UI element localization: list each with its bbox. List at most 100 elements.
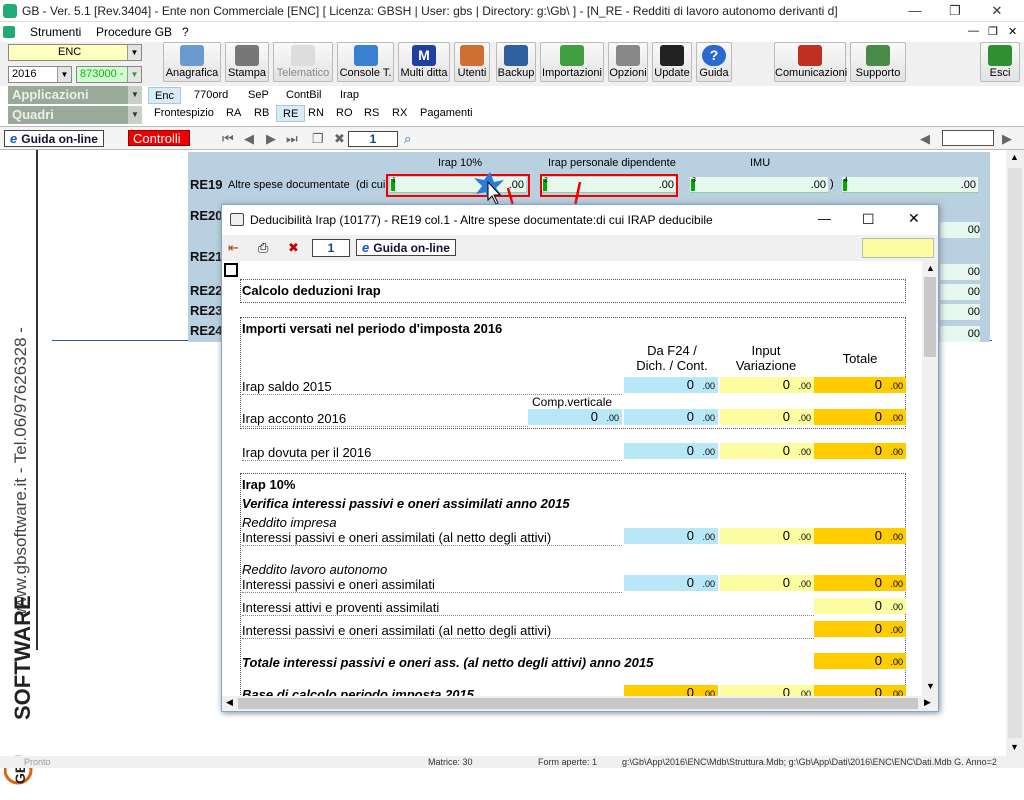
- delete-icon[interactable]: ✖: [288, 240, 299, 256]
- search-icon[interactable]: ⌕: [404, 131, 411, 147]
- scroll-left-icon[interactable]: ◀: [920, 131, 930, 147]
- anagrafica-button[interactable]: Anagrafica: [163, 42, 221, 82]
- int-passivi-input[interactable]: 0.00: [720, 575, 814, 591]
- dialog-horizontal-scrollbar[interactable]: ◀ ▶: [222, 696, 938, 711]
- mdi-restore-button[interactable]: ❐: [988, 25, 998, 38]
- minimize-button[interactable]: —: [900, 2, 930, 20]
- scroll-down-icon[interactable]: ▼: [1010, 742, 1019, 752]
- stampa-button[interactable]: Stampa: [225, 42, 269, 82]
- scroll-down-icon[interactable]: ▼: [926, 681, 935, 691]
- tab-pagamenti[interactable]: Pagamenti: [414, 105, 479, 122]
- opzioni-button[interactable]: Opzioni: [608, 42, 648, 82]
- irap-dovuta-f24[interactable]: 0.00: [624, 443, 718, 459]
- menu-help[interactable]: ?: [182, 25, 189, 39]
- irap-saldo-f24[interactable]: 0.00: [624, 377, 718, 393]
- dialog-vertical-scrollbar[interactable]: ▲ ▼: [922, 261, 938, 696]
- irap-dovuta-input[interactable]: 0.00: [720, 443, 814, 459]
- scroll-right-icon[interactable]: ▶: [924, 697, 931, 708]
- guida-online-button[interactable]: e Guida on-line: [4, 130, 104, 147]
- restore-button[interactable]: ❐: [940, 2, 970, 20]
- prev-page-icon[interactable]: ◀: [244, 131, 254, 147]
- first-page-icon[interactable]: ⏮: [222, 131, 234, 147]
- tab-sep[interactable]: SeP: [242, 87, 275, 104]
- re24-right-field[interactable]: 00: [940, 326, 980, 342]
- dialog-guida-online-button[interactable]: e Guida on-line: [356, 239, 456, 256]
- next-page-icon[interactable]: ▶: [266, 131, 276, 147]
- irap-acconto-comp[interactable]: 0.00: [528, 409, 622, 425]
- checkbox[interactable]: [224, 263, 238, 277]
- re20-right-field[interactable]: 00: [940, 222, 980, 238]
- goto-input[interactable]: [942, 130, 994, 146]
- re22-right-field[interactable]: 00: [940, 284, 980, 300]
- year-combo[interactable]: 2016 ▼: [8, 66, 72, 83]
- telematico-button[interactable]: Telematico: [273, 42, 333, 82]
- comunicazioni-button[interactable]: Comunicazioni: [774, 42, 847, 82]
- tab-frontespizio[interactable]: Frontespizio: [148, 105, 220, 122]
- dialog-yellow-field[interactable]: [862, 238, 934, 258]
- dialog-page-number[interactable]: 1: [312, 239, 350, 257]
- tab-rb[interactable]: RB: [248, 105, 275, 122]
- code-combo[interactable]: 873000 - ▼: [76, 66, 142, 83]
- main-vertical-scrollbar[interactable]: ▲ ▼: [1006, 150, 1024, 756]
- tab-rs[interactable]: RS: [358, 105, 385, 122]
- tab-enc[interactable]: Enc: [148, 87, 181, 104]
- update-button[interactable]: Update: [652, 42, 692, 82]
- int-netto-impresa-input[interactable]: 0.00: [720, 528, 814, 544]
- guida-button[interactable]: ? Guida: [696, 42, 732, 82]
- scroll-up-icon[interactable]: ▲: [1010, 152, 1019, 162]
- page-number[interactable]: 1: [348, 131, 398, 147]
- menu-procedure-gb[interactable]: Procedure GB: [96, 25, 172, 39]
- irap-saldo-input[interactable]: 0.00: [720, 377, 814, 393]
- row-label-re22: RE22: [190, 283, 223, 298]
- re21-right-field[interactable]: 00: [940, 264, 980, 280]
- tab-rn[interactable]: RN: [302, 105, 330, 122]
- re23-right-field[interactable]: 00: [940, 304, 980, 320]
- int-netto-impresa-totale: 0.00: [814, 528, 906, 544]
- scroll-track[interactable]: [1008, 168, 1022, 738]
- irap-acconto-input[interactable]: 0.00: [720, 409, 814, 425]
- tab-ro[interactable]: RO: [330, 105, 359, 122]
- re19-field-4[interactable]: .00 4: [842, 177, 978, 193]
- scroll-left-icon[interactable]: ◀: [226, 697, 233, 708]
- quadri-panel[interactable]: Quadri ▼: [8, 106, 142, 124]
- mdi-close-button[interactable]: ✕: [1008, 25, 1017, 38]
- int-attivi-totale[interactable]: 0.00: [814, 598, 906, 614]
- enc-combo[interactable]: ENC ▼: [8, 44, 142, 61]
- importazioni-button[interactable]: Importazioni: [540, 42, 604, 82]
- tab-rx[interactable]: RX: [386, 105, 413, 122]
- re19-field-3[interactable]: .00 3: [690, 177, 828, 193]
- int-netto-impresa-f24[interactable]: 0.00: [624, 528, 718, 544]
- irap-acconto-f24[interactable]: 0.00: [624, 409, 718, 425]
- scroll-up-icon[interactable]: ▲: [926, 263, 935, 273]
- supporto-button[interactable]: Supporto: [850, 42, 906, 82]
- scroll-thumb[interactable]: [924, 277, 936, 357]
- print-icon[interactable]: ⎙: [258, 240, 268, 256]
- close-button[interactable]: ✕: [982, 2, 1012, 20]
- dialog-close-button[interactable]: ✕: [908, 210, 920, 227]
- tab-contbil[interactable]: ContBil: [280, 87, 327, 104]
- dialog-maximize-button[interactable]: ☐: [862, 211, 875, 228]
- controlli-button[interactable]: Controlli: [128, 130, 190, 146]
- mdi-minimize-button[interactable]: —: [968, 25, 979, 37]
- console-button[interactable]: Console T.: [337, 42, 394, 82]
- multi-ditta-button[interactable]: M Multi ditta: [398, 42, 450, 82]
- scroll-right-icon[interactable]: ▶: [1002, 131, 1012, 147]
- tab-ra[interactable]: RA: [220, 105, 247, 122]
- hscroll-thumb[interactable]: [238, 698, 918, 709]
- last-page-icon[interactable]: ⏭: [286, 131, 298, 147]
- delete-page-icon[interactable]: ✖: [334, 131, 345, 147]
- copy-icon[interactable]: ❐: [312, 131, 324, 147]
- exit-door-icon[interactable]: ⇤: [228, 240, 239, 256]
- window-title: GB - Ver. 5.1 [Rev.3404] - Ente non Comm…: [22, 4, 838, 18]
- applicazioni-panel[interactable]: Applicazioni ▼: [8, 86, 142, 104]
- int-passivi-f24[interactable]: 0.00: [624, 575, 718, 591]
- dialog-minimize-button[interactable]: —: [818, 211, 831, 226]
- backup-button[interactable]: Backup: [496, 42, 536, 82]
- tab-irap[interactable]: Irap: [334, 87, 365, 104]
- menu-strumenti[interactable]: Strumenti: [30, 25, 81, 39]
- tab-re[interactable]: RE: [276, 105, 306, 122]
- utenti-button[interactable]: Utenti: [454, 42, 490, 82]
- base-calcolo-input[interactable]: 0.00: [720, 685, 814, 696]
- esci-button[interactable]: Esci: [980, 42, 1020, 82]
- tab-770ord[interactable]: 770ord: [188, 87, 234, 104]
